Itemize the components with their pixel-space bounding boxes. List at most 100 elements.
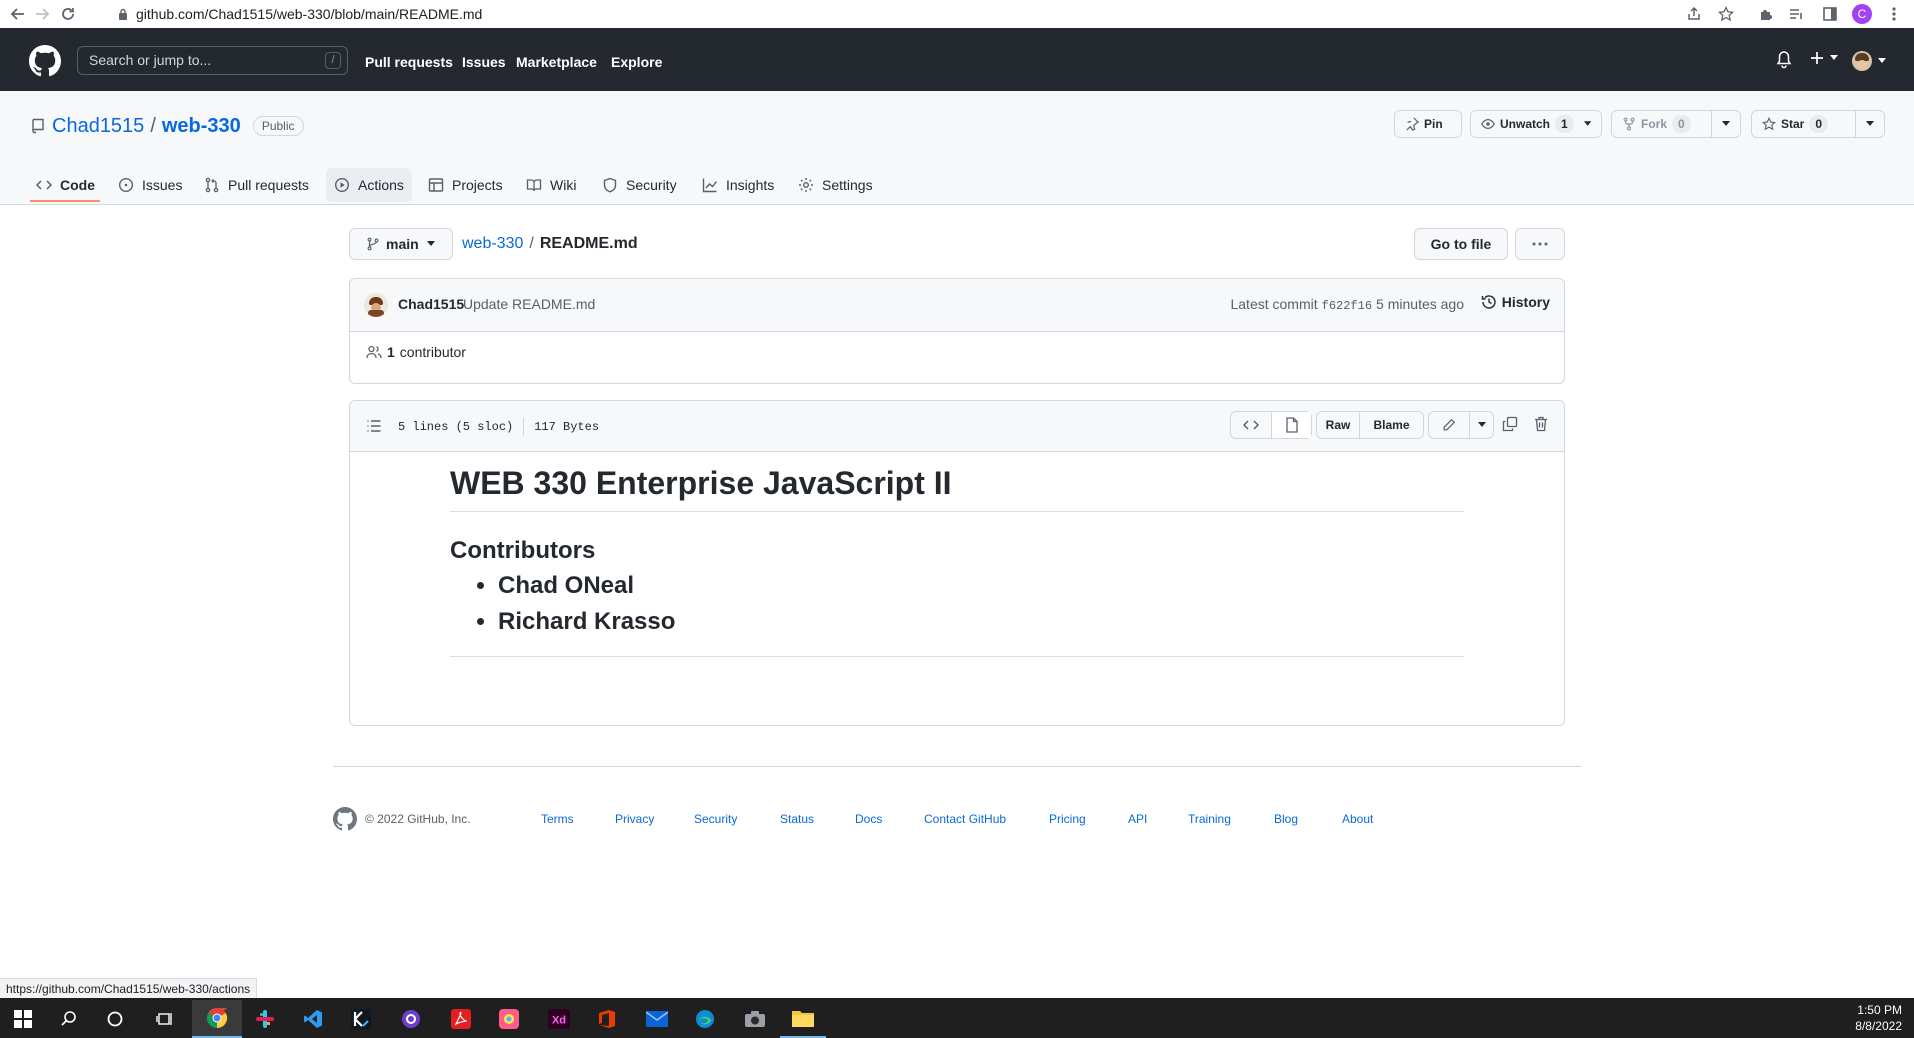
tab-actions[interactable]: Actions <box>326 168 412 202</box>
cortana-icon[interactable] <box>92 1000 138 1038</box>
footer-link-privacy[interactable]: Privacy <box>615 812 654 826</box>
back-icon[interactable] <box>8 4 28 24</box>
office-icon[interactable] <box>584 1000 630 1038</box>
issue-icon <box>118 177 134 193</box>
acrobat-icon[interactable] <box>438 1000 484 1038</box>
tab-insights[interactable]: Insights <box>694 168 782 202</box>
breadcrumb: web-330 / README.md <box>462 233 638 255</box>
task-view-icon[interactable] <box>142 1000 188 1038</box>
tab-pull-requests[interactable]: Pull requests <box>196 168 317 202</box>
footer-link-training[interactable]: Training <box>1188 812 1231 826</box>
repo-owner-link[interactable]: Chad1515 <box>52 114 144 138</box>
adobe-xd-icon[interactable]: Xd <box>536 1000 582 1038</box>
breadcrumb-repo-link[interactable]: web-330 <box>462 233 523 255</box>
history-button[interactable]: History <box>1481 294 1550 310</box>
nav-pull-requests[interactable]: Pull requests <box>365 52 453 72</box>
footer-link-pricing[interactable]: Pricing <box>1049 812 1086 826</box>
footer-link-about[interactable]: About <box>1342 812 1373 826</box>
extensions-icon[interactable] <box>1756 4 1776 24</box>
raw-button[interactable]: Raw <box>1317 412 1359 438</box>
edge-icon[interactable] <box>682 1000 728 1038</box>
fork-button[interactable]: Fork 0 <box>1611 110 1741 138</box>
address-bar[interactable]: github.com/Chad1515/web-330/blob/main/RE… <box>118 3 482 25</box>
create-new-plus-icon[interactable] <box>1810 51 1838 65</box>
footer-link-terms[interactable]: Terms <box>541 812 574 826</box>
footer-link-docs[interactable]: Docs <box>855 812 882 826</box>
user-avatar-menu[interactable] <box>1852 51 1886 71</box>
tab-projects[interactable]: Projects <box>420 168 511 202</box>
file-explorer-icon[interactable] <box>780 1000 826 1038</box>
commit-author-avatar[interactable] <box>364 293 388 317</box>
system-clock[interactable]: 1:50 PM 8/8/2022 <box>1855 1002 1902 1034</box>
trash-icon[interactable] <box>1534 416 1548 432</box>
edit-dropdown-button[interactable] <box>1469 412 1493 438</box>
notifications-bell-icon[interactable] <box>1776 51 1792 69</box>
contributors-row[interactable]: 1 contributor <box>366 344 466 360</box>
slack-icon[interactable] <box>242 1000 288 1038</box>
footer-link-blog[interactable]: Blog <box>1274 812 1298 826</box>
github-desktop-icon[interactable] <box>388 1000 434 1038</box>
tab-wiki[interactable]: Wiki <box>518 168 584 202</box>
footer-link-status[interactable]: Status <box>780 812 814 826</box>
link-status-bar: https://github.com/Chad1515/web-330/acti… <box>0 978 258 999</box>
unwatch-button[interactable]: Unwatch 1 <box>1470 110 1602 138</box>
camera-icon[interactable] <box>732 1000 778 1038</box>
taskbar-search-icon[interactable] <box>46 1000 92 1038</box>
search-shortcut-key: / <box>325 52 341 69</box>
pin-button[interactable]: Pin <box>1394 110 1462 138</box>
commit-message[interactable]: Update README.md <box>463 296 595 312</box>
bookmark-star-icon[interactable] <box>1716 4 1736 24</box>
display-rendered-button[interactable] <box>1271 412 1311 438</box>
table-icon <box>428 178 444 192</box>
reload-icon[interactable] <box>58 4 78 24</box>
github-logo-icon[interactable] <box>29 45 61 77</box>
gear-icon <box>799 178 813 192</box>
go-to-file-button[interactable]: Go to file <box>1414 228 1508 260</box>
blame-button[interactable]: Blame <box>1359 412 1423 438</box>
chrome-taskbar-icon[interactable] <box>192 1000 242 1038</box>
repo-separator: / <box>150 115 156 137</box>
more-options-button[interactable] <box>1515 228 1565 260</box>
commit-meta: Latest commit f622f16 5 minutes ago <box>1230 296 1464 313</box>
commit-sha[interactable]: f622f16 <box>1322 299 1372 313</box>
mail-icon[interactable] <box>634 1000 680 1038</box>
tab-code[interactable]: Code <box>28 168 103 202</box>
profile-avatar[interactable]: C <box>1852 4 1872 24</box>
branch-chevron-down-icon <box>426 241 435 246</box>
tab-security[interactable]: Security <box>594 168 685 202</box>
edit-button[interactable] <box>1429 412 1469 438</box>
outline-list-icon[interactable] <box>366 418 382 434</box>
tab-label: Security <box>626 177 677 193</box>
paint-app-icon[interactable] <box>486 1000 532 1038</box>
code-icon <box>1243 420 1260 430</box>
footer-link-api[interactable]: API <box>1128 812 1147 826</box>
tab-label: Actions <box>358 177 404 193</box>
vscode-icon[interactable] <box>290 1000 336 1038</box>
tab-settings[interactable]: Settings <box>790 168 881 202</box>
forward-icon[interactable] <box>32 4 52 24</box>
browser-menu-icon[interactable] <box>1884 4 1904 24</box>
github-footer-logo-icon[interactable] <box>333 807 357 831</box>
star-button[interactable]: Star 0 <box>1751 110 1885 138</box>
share-icon[interactable] <box>1684 4 1704 24</box>
repo-name-link[interactable]: web-330 <box>162 114 241 138</box>
reading-list-icon[interactable] <box>1786 4 1806 24</box>
footer-link-contact[interactable]: Contact GitHub <box>924 812 1006 826</box>
search-input[interactable]: Search or jump to... / <box>77 46 348 75</box>
side-panel-icon[interactable] <box>1820 4 1840 24</box>
repo-icon <box>30 118 46 134</box>
tab-issues[interactable]: Issues <box>110 168 190 202</box>
display-source-button[interactable] <box>1231 412 1271 438</box>
commit-author[interactable]: Chad1515 <box>398 296 464 312</box>
copy-icon[interactable] <box>1502 416 1518 432</box>
footer-link-security[interactable]: Security <box>694 812 737 826</box>
nav-explore[interactable]: Explore <box>611 52 662 72</box>
raw-blame-group: Raw Blame <box>1316 411 1424 439</box>
kotlin-app-icon[interactable] <box>338 1000 384 1038</box>
commit-row: Chad1515 Update README.md Latest commit … <box>350 279 1564 332</box>
windows-start-icon[interactable] <box>0 1000 46 1038</box>
eye-icon <box>1481 119 1495 129</box>
branch-select-button[interactable]: main <box>349 228 453 260</box>
nav-marketplace[interactable]: Marketplace <box>516 52 597 72</box>
nav-issues[interactable]: Issues <box>462 52 506 72</box>
